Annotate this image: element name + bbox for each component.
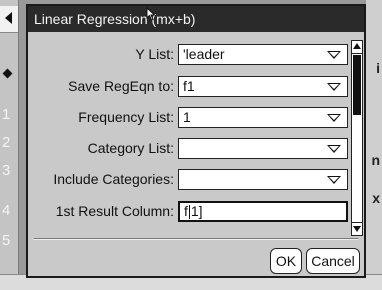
background-mark: x <box>372 190 380 206</box>
frequency-list-dropdown[interactable]: 1 <box>178 107 348 128</box>
mouse-pointer-icon <box>146 7 156 21</box>
row-number: 5 <box>2 232 11 249</box>
dialog-separator <box>34 238 358 240</box>
y-list-dropdown[interactable]: 'leader <box>178 44 348 65</box>
frequency-list-label: Frequency List: <box>78 109 174 125</box>
result-column-input[interactable]: f 1] <box>178 201 348 222</box>
frequency-list-row: Frequency List: 1 <box>28 105 364 130</box>
dialog-titlebar[interactable]: Linear Regression (mx+b) <box>28 6 364 32</box>
linear-regression-dialog: Linear Regression (mx+b) Y List: 'leader… <box>26 4 366 278</box>
background-mark: i <box>376 60 380 76</box>
dialog-scrollbar[interactable] <box>351 40 363 236</box>
result-column-value-before: f <box>184 203 188 219</box>
dialog-title: Linear Regression (mx+b) <box>34 11 196 27</box>
scroll-up-icon[interactable] <box>352 41 362 54</box>
save-regeqn-value: f1 <box>183 78 195 94</box>
category-list-row: Category List: <box>28 136 364 161</box>
row-number: 1 <box>2 106 11 123</box>
result-column-value-after: 1] <box>190 203 203 219</box>
background-mark: n <box>371 152 380 168</box>
result-column-row: 1st Result Column: f 1] <box>28 199 364 224</box>
include-categories-label: Include Categories: <box>53 171 174 187</box>
result-column-label: 1st Result Column: <box>55 203 174 219</box>
save-regeqn-label: Save RegEqn to: <box>68 78 174 94</box>
cancel-button[interactable]: Cancel <box>306 248 360 274</box>
scroll-thumb[interactable] <box>353 55 361 115</box>
background-right-edge <box>366 0 382 289</box>
category-list-label: Category List: <box>87 140 174 156</box>
left-arrow-icon[interactable] <box>5 12 12 24</box>
chevron-down-icon[interactable] <box>327 145 341 153</box>
category-list-dropdown[interactable] <box>178 138 348 159</box>
frequency-list-value: 1 <box>183 109 191 125</box>
row-number: 4 <box>2 202 11 219</box>
include-categories-dropdown[interactable] <box>178 169 348 190</box>
chevron-down-icon[interactable] <box>327 114 341 122</box>
chevron-down-icon[interactable] <box>327 176 341 184</box>
y-list-value: 'leader <box>183 46 225 62</box>
row-number: 2 <box>2 134 11 151</box>
text-cursor <box>188 205 190 220</box>
row-number: 3 <box>2 162 11 179</box>
include-categories-row: Include Categories: <box>28 167 364 192</box>
ok-button[interactable]: OK <box>270 248 302 274</box>
y-list-label: Y List: <box>135 46 174 62</box>
scroll-down-icon[interactable] <box>352 222 362 235</box>
y-list-row: Y List: 'leader <box>28 42 364 67</box>
chevron-down-icon[interactable] <box>327 51 341 59</box>
save-regeqn-row: Save RegEqn to: f1 <box>28 74 364 99</box>
save-regeqn-dropdown[interactable]: f1 <box>178 76 348 97</box>
chevron-down-icon[interactable] <box>327 83 341 91</box>
